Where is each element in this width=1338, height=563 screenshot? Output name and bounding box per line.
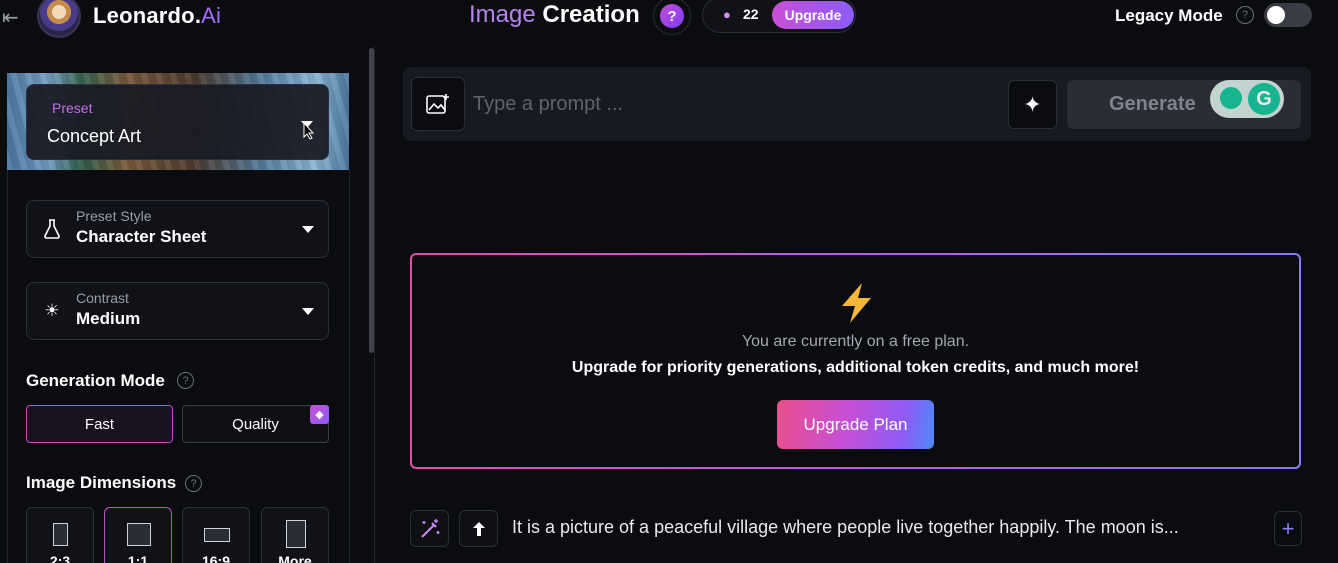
preset-dropdown[interactable]: Preset Concept Art <box>26 84 329 160</box>
help-button[interactable]: ? <box>653 0 691 35</box>
preset-style-dropdown[interactable]: Preset Style Character Sheet <box>26 200 329 258</box>
free-plan-text: You are currently on a free plan. <box>741 333 970 350</box>
sun-icon: ☀ <box>44 301 60 320</box>
flask-icon <box>41 219 63 241</box>
generation-mode-title: Generation Mode <box>26 371 165 390</box>
dimension-2-3-button[interactable]: 2:3 <box>26 507 94 563</box>
sparkle-icon: ✦ <box>1023 91 1042 117</box>
chevron-down-icon <box>302 226 314 233</box>
arrow-up-icon <box>472 521 485 536</box>
brand-name: Leonardo. <box>93 3 202 28</box>
sidebar-inner-border-right <box>349 170 350 563</box>
token-count: 22 <box>743 6 759 22</box>
mouse-cursor-icon <box>303 122 315 140</box>
grammarly-extension-widget[interactable]: G <box>1210 80 1284 118</box>
contrast-label: Contrast <box>76 290 129 306</box>
page-title-part2: Creation <box>542 1 640 28</box>
dimension-label: 2:3 <box>49 553 71 563</box>
sidebar-divider <box>374 46 375 563</box>
contrast-value: Medium <box>76 309 141 328</box>
preset-style-label: Preset Style <box>76 208 152 224</box>
legacy-mode-help-icon[interactable]: ? <box>1236 6 1254 24</box>
grammarly-upload-icon <box>1220 87 1242 109</box>
chevron-down-icon <box>302 308 314 315</box>
help-icon: ? <box>660 4 684 28</box>
token-coins-icon: ● <box>723 7 731 22</box>
sidebar-inner-border-left <box>7 170 8 563</box>
preset-style-value: Character Sheet <box>76 227 207 246</box>
legacy-mode-toggle[interactable] <box>1264 3 1312 27</box>
top-bar: ⇤ Leonardo.Ai Image Creation ? ● 22 Upgr… <box>0 0 1338 46</box>
lightning-bolt-icon <box>842 283 871 323</box>
grammarly-logo-icon: G <box>1248 83 1280 115</box>
preset-label: Preset <box>52 100 93 116</box>
upgrade-panel: You are currently on a free plan. Upgrad… <box>410 253 1301 469</box>
contrast-dropdown[interactable]: ☀ Contrast Medium <box>26 282 329 340</box>
expand-prompt-button[interactable]: + <box>1274 511 1302 546</box>
prompt-bar: ✦ Generate <box>403 67 1311 141</box>
reuse-prompt-button[interactable] <box>459 510 498 547</box>
dimension-more-button[interactable]: More <box>261 507 329 563</box>
dimension-label: 1:1 <box>127 553 149 563</box>
magic-wand-icon <box>420 518 439 538</box>
page-title-part1: Image <box>469 1 536 28</box>
token-balance[interactable]: ● 22 Upgrade <box>702 0 856 33</box>
dimension-label: 16:9 <box>201 553 231 563</box>
brand-accent: Ai <box>201 3 222 28</box>
upgrade-button[interactable]: Upgrade <box>772 1 854 29</box>
landscape-ratio-icon <box>204 528 230 542</box>
toggle-knob <box>1267 6 1285 24</box>
sidebar-scrollbar[interactable] <box>369 48 374 353</box>
portrait-ratio-icon <box>53 523 68 546</box>
upgrade-plan-button[interactable]: Upgrade Plan <box>777 400 934 449</box>
more-ratios-icon <box>286 520 306 548</box>
brand-logo-text[interactable]: Leonardo.Ai <box>93 3 221 29</box>
prompt-input[interactable] <box>473 87 993 121</box>
upgrade-benefits-text: Upgrade for priority generations, additi… <box>571 359 1140 376</box>
mode-quality-button[interactable]: Quality <box>182 405 329 443</box>
collapse-sidebar-icon[interactable]: ⇤ <box>2 5 19 30</box>
dimension-label: More <box>278 553 312 563</box>
generation-mode-help-icon[interactable]: ? <box>177 372 194 389</box>
premium-gem-icon: ◆ <box>310 405 329 424</box>
dimension-16-9-button[interactable]: 16:9 <box>182 507 250 563</box>
magic-wand-button[interactable] <box>410 510 449 547</box>
image-dimensions-title: Image Dimensions <box>26 473 177 492</box>
mode-fast-button[interactable]: Fast <box>26 405 173 443</box>
prompt-magic-button[interactable]: ✦ <box>1008 80 1057 129</box>
image-dimensions-help-icon[interactable]: ? <box>185 475 202 492</box>
dimension-1-1-button[interactable]: 1:1 <box>104 507 172 563</box>
image-prompt-button[interactable] <box>411 77 465 131</box>
user-avatar[interactable] <box>37 0 81 38</box>
history-prompt-text[interactable]: It is a picture of a peaceful village wh… <box>512 517 1179 538</box>
square-ratio-icon <box>127 523 151 546</box>
preset-value: Concept Art <box>47 126 142 146</box>
page-title: Image Creation <box>469 1 640 29</box>
add-image-icon <box>426 94 449 114</box>
plus-icon: + <box>1281 515 1295 541</box>
legacy-mode-label: Legacy Mode <box>1115 6 1223 25</box>
